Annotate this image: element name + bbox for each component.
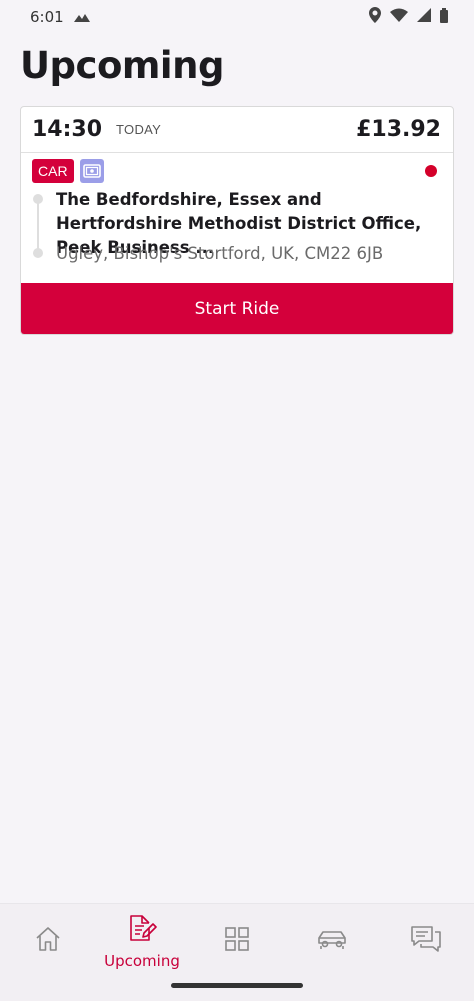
nav-upcoming[interactable]: Upcoming bbox=[101, 904, 183, 979]
dropoff-dot bbox=[33, 248, 43, 258]
wifi-icon bbox=[390, 8, 408, 26]
ride-badges: CAR bbox=[32, 159, 104, 183]
car-icon bbox=[316, 927, 348, 956]
location-icon bbox=[369, 7, 381, 27]
vehicle-badge: CAR bbox=[32, 159, 74, 183]
cash-payment-icon bbox=[79, 159, 104, 183]
mountain-icon bbox=[73, 8, 90, 26]
nav-home[interactable] bbox=[27, 904, 69, 979]
battery-icon bbox=[440, 7, 448, 27]
start-ride-button[interactable]: Start Ride bbox=[21, 283, 453, 334]
home-icon bbox=[34, 925, 62, 958]
ride-card[interactable]: 14:30 TODAY £13.92 CAR The Bedfordshire,… bbox=[20, 106, 454, 335]
ride-status-dot bbox=[425, 165, 437, 177]
ride-day: TODAY bbox=[116, 122, 162, 137]
document-edit-icon bbox=[127, 913, 157, 948]
signal-icon bbox=[417, 8, 431, 26]
nav-messages[interactable] bbox=[408, 904, 444, 979]
ride-price: £13.92 bbox=[356, 117, 441, 142]
pickup-dot bbox=[33, 194, 43, 204]
status-bar: 6:01 bbox=[0, 0, 474, 34]
status-time: 6:01 bbox=[30, 8, 64, 26]
route-line bbox=[37, 200, 39, 255]
dropoff-address: Ugley, Bishop's Stortford, UK, CM22 6JB bbox=[56, 244, 384, 263]
page-title: Upcoming bbox=[20, 44, 224, 87]
chat-icon bbox=[410, 925, 442, 958]
nav-grid[interactable] bbox=[222, 904, 252, 979]
grid-icon bbox=[224, 926, 250, 957]
ride-time: 14:30 bbox=[32, 117, 103, 142]
nav-rides[interactable] bbox=[314, 904, 350, 979]
ride-card-header: 14:30 TODAY £13.92 bbox=[21, 107, 453, 153]
home-indicator[interactable] bbox=[171, 983, 303, 988]
nav-upcoming-label: Upcoming bbox=[104, 952, 180, 970]
